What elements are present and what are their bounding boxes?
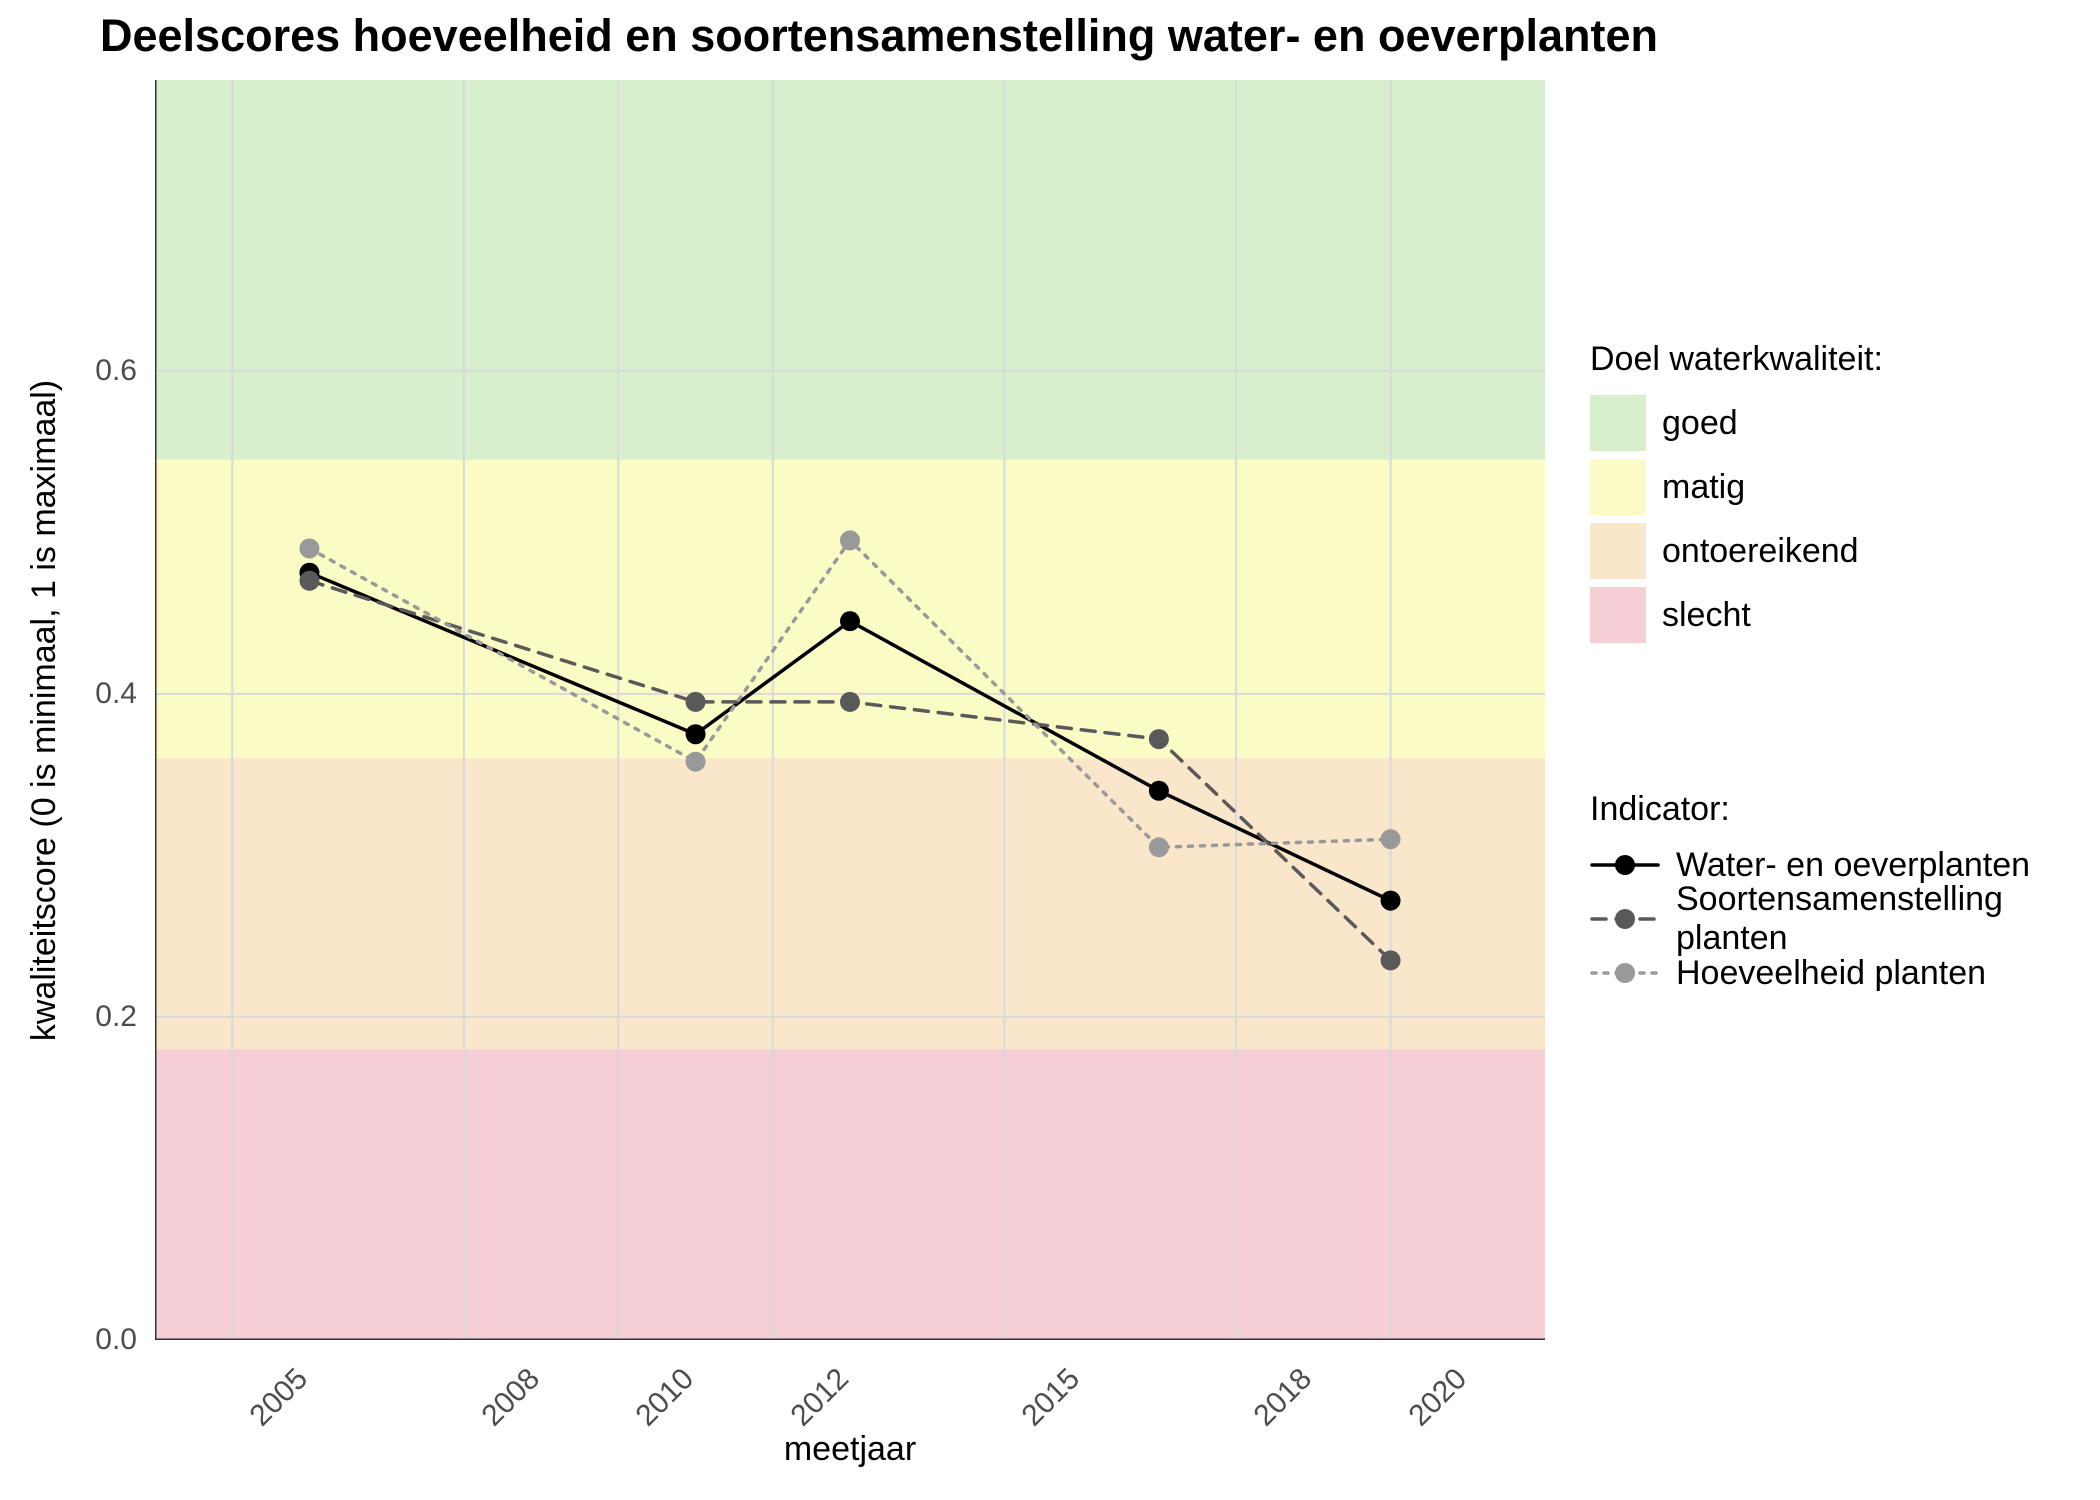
chart-container: Deelscores hoeveelheid en soortensamenst… bbox=[0, 0, 2100, 1500]
x-tick-label: 2018 bbox=[1248, 1362, 1319, 1433]
legend-indicator-title: Indicator: bbox=[1590, 790, 2100, 829]
plot-svg bbox=[155, 80, 1545, 1340]
plot-area: 0.00.20.40.62005200820102012201520182020 bbox=[155, 80, 1545, 1340]
legend-quality-item: matig bbox=[1590, 459, 1883, 515]
legend-indicator-item: Hoeveelheid planten bbox=[1590, 953, 2100, 993]
legend-quality-item: slecht bbox=[1590, 587, 1883, 643]
legend-indicator-swatch bbox=[1590, 899, 1660, 939]
legend-quality-item: goed bbox=[1590, 395, 1883, 451]
x-tick-label: 2020 bbox=[1402, 1362, 1473, 1433]
legend-indicator-swatch bbox=[1590, 953, 1660, 993]
legend-quality-title: Doel waterkwaliteit: bbox=[1590, 340, 1883, 379]
legend-quality-label: slecht bbox=[1662, 596, 1751, 635]
y-tick-label: 0.2 bbox=[95, 1000, 155, 1034]
legend-quality-swatch bbox=[1590, 523, 1646, 579]
legend-indicator-swatch bbox=[1590, 845, 1660, 885]
legend-indicator-label: Soortensamenstelling planten bbox=[1676, 880, 2100, 958]
legend-indicator-label: Water- en oeverplanten bbox=[1676, 846, 2030, 885]
legend-quality-swatch bbox=[1590, 395, 1646, 451]
legend-quality-label: matig bbox=[1662, 468, 1745, 507]
y-tick-label: 0.0 bbox=[95, 1323, 155, 1357]
legend-indicator-label: Hoeveelheid planten bbox=[1676, 954, 1986, 993]
y-tick-label: 0.6 bbox=[95, 354, 155, 388]
x-tick-label: 2010 bbox=[630, 1362, 701, 1433]
legend-indicator-item: Water- en oeverplanten bbox=[1590, 845, 2100, 885]
x-tick-label: 2015 bbox=[1016, 1362, 1087, 1433]
x-tick-label: 2012 bbox=[784, 1362, 855, 1433]
legend-quality-swatch bbox=[1590, 459, 1646, 515]
y-axis-label: kwaliteitscore (0 is minimaal, 1 is maxi… bbox=[25, 80, 65, 1340]
x-tick-label: 2008 bbox=[475, 1362, 546, 1433]
y-tick-label: 0.4 bbox=[95, 677, 155, 711]
legend-quality-label: goed bbox=[1662, 404, 1738, 443]
legend-quality: Doel waterkwaliteit: goed matig ontoereike… bbox=[1590, 340, 1883, 651]
x-tick-label: 2005 bbox=[244, 1362, 315, 1433]
legend-quality-label: ontoereikend bbox=[1662, 532, 1859, 571]
x-axis-label: meetjaar bbox=[155, 1430, 1545, 1469]
legend-indicator: Indicator: Water- en oeverplantenSoorten… bbox=[1590, 790, 2100, 1007]
legend-quality-swatch bbox=[1590, 587, 1646, 643]
chart-title: Deelscores hoeveelheid en soortensamenst… bbox=[100, 10, 1658, 62]
legend-indicator-item: Soortensamenstelling planten bbox=[1590, 899, 2100, 939]
legend-quality-item: ontoereikend bbox=[1590, 523, 1883, 579]
